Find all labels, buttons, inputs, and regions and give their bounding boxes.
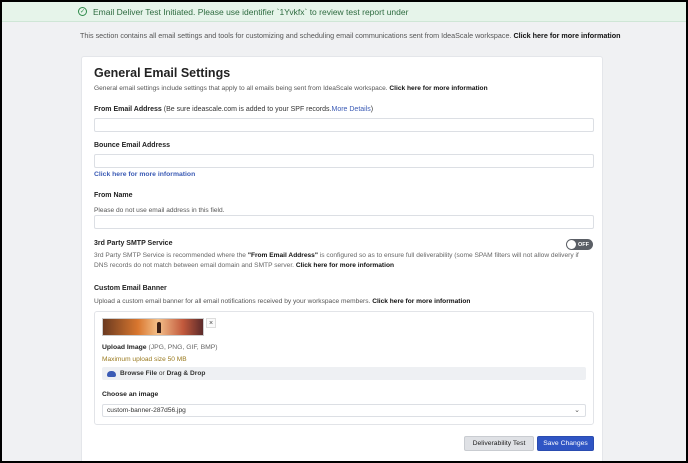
smtp-info-link[interactable]: Click here for more information <box>296 262 394 269</box>
max-upload-size: Maximum upload size 50 MB <box>102 356 187 363</box>
custom-banner-desc-text: Upload a custom email banner for all ema… <box>94 298 371 305</box>
section-intro: This section contains all email settings… <box>80 31 621 40</box>
from-name-field[interactable] <box>94 215 594 229</box>
page-title: General Email Settings <box>94 66 231 80</box>
banner-message: Email Deliver Test Initiated. Please use… <box>93 6 409 17</box>
success-banner: ✓ Email Deliver Test Initiated. Please u… <box>2 2 686 22</box>
custom-banner-desc: Upload a custom email banner for all ema… <box>94 298 470 305</box>
intro-text: This section contains all email settings… <box>80 31 512 40</box>
from-email-label: From Email Address (Be sure ideascale.co… <box>94 106 373 113</box>
browse-file-link[interactable]: Browse File <box>120 370 157 377</box>
custom-banner-label: Custom Email Banner <box>94 285 167 292</box>
remove-banner-button[interactable]: × <box>206 318 216 328</box>
smtp-toggle[interactable]: OFF <box>566 239 593 250</box>
dropzone-or: or <box>158 370 165 377</box>
email-settings-card: General Email Settings General email set… <box>81 56 603 461</box>
smtp-label: 3rd Party SMTP Service <box>94 240 173 247</box>
drag-drop-text: Drag & Drop <box>166 370 206 377</box>
smtp-desc-pre: 3rd Party SMTP Service is recommended wh… <box>94 252 246 259</box>
app-frame: ✓ Email Deliver Test Initiated. Please u… <box>2 2 686 461</box>
from-name-label: From Name <box>94 192 133 199</box>
intro-link[interactable]: Click here for more information <box>513 31 620 40</box>
upload-types: (JPG, PNG, GIF, BMP) <box>148 344 218 351</box>
deliverability-test-button[interactable]: Deliverability Test <box>464 436 534 451</box>
from-name-hint: Please do not use email address in this … <box>94 207 225 214</box>
check-circle-icon: ✓ <box>78 7 87 16</box>
custom-banner-link[interactable]: Click here for more information <box>372 298 470 305</box>
thumbnail-figure <box>157 322 161 333</box>
toggle-knob <box>567 240 576 249</box>
more-details-link[interactable]: More Details <box>331 106 370 113</box>
bounce-email-field[interactable] <box>94 154 594 168</box>
from-email-hint-close: ) <box>370 106 374 113</box>
from-email-label-text: From Email Address <box>94 106 162 113</box>
from-email-field[interactable] <box>94 118 594 132</box>
card-subtitle: General email settings include settings … <box>94 85 488 92</box>
upload-image-label-text: Upload Image <box>102 344 147 351</box>
from-email-hint: (Be sure ideascale.com is added to your … <box>163 106 332 113</box>
cloud-upload-icon <box>107 370 116 377</box>
selected-image: custom-banner-287d56.jpg <box>107 407 186 414</box>
toggle-state: OFF <box>578 241 589 248</box>
upload-image-label: Upload Image (JPG, PNG, GIF, BMP) <box>102 344 218 351</box>
card-subtitle-text: General email settings include settings … <box>94 85 388 92</box>
banner-upload-panel: × Upload Image (JPG, PNG, GIF, BMP) Maxi… <box>94 311 594 425</box>
chevron-down-icon: ⌄ <box>574 407 580 414</box>
bounce-email-label: Bounce Email Address <box>94 142 170 149</box>
choose-image-label: Choose an image <box>102 391 159 398</box>
smtp-description: 3rd Party SMTP Service is recommended wh… <box>94 251 594 270</box>
save-changes-button[interactable]: Save Changes <box>537 436 594 451</box>
card-subtitle-link[interactable]: Click here for more information <box>389 85 487 92</box>
bounce-info-link[interactable]: Click here for more information <box>94 171 195 178</box>
image-select[interactable]: custom-banner-287d56.jpg ⌄ <box>102 404 586 417</box>
smtp-desc-bold: "From Email Address" <box>247 252 318 259</box>
banner-thumbnail <box>102 318 204 336</box>
file-dropzone[interactable]: Browse File or Drag & Drop <box>102 367 586 380</box>
